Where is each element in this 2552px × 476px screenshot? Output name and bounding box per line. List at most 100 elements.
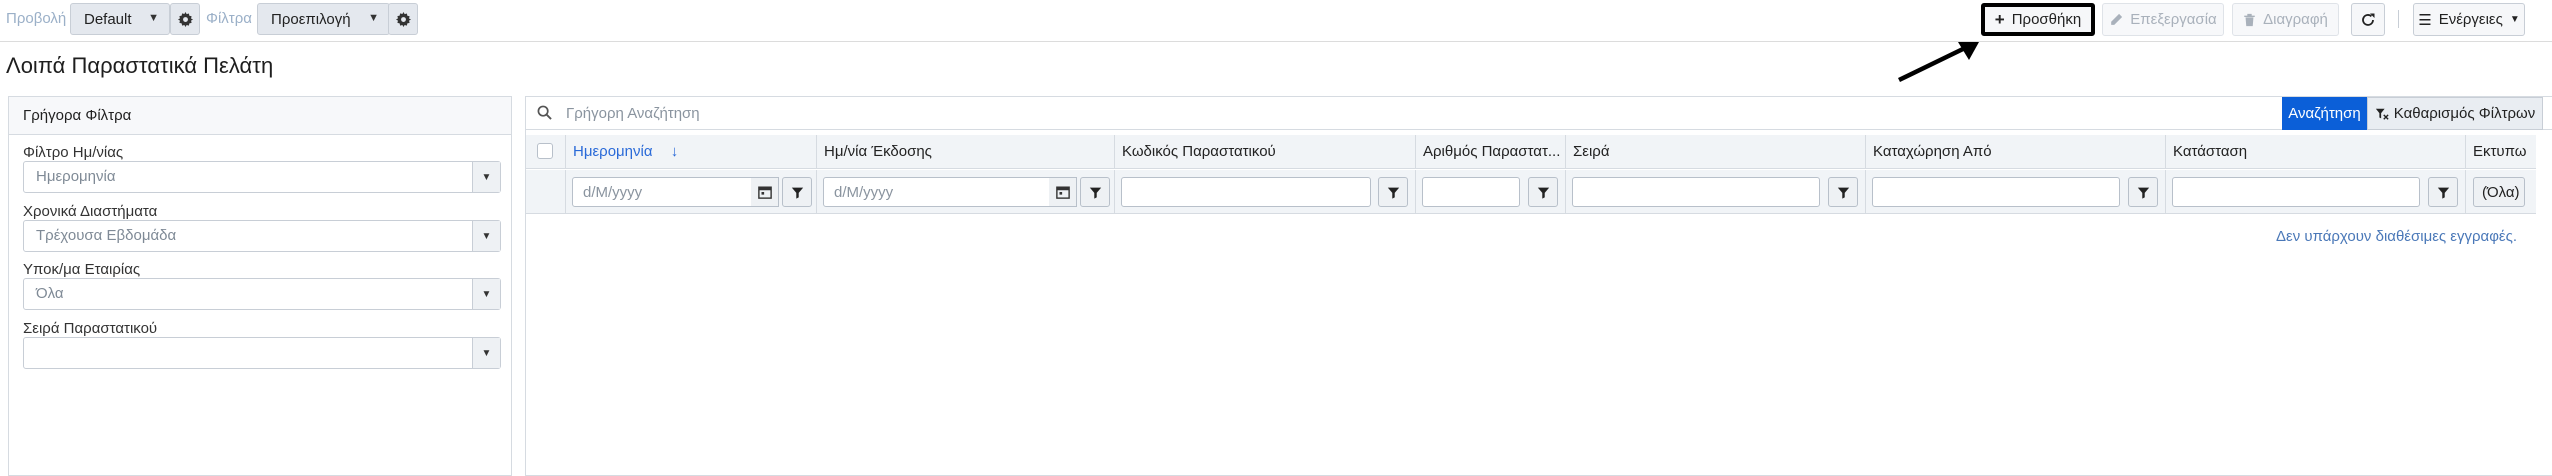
filter-clear-icon <box>2375 108 2389 120</box>
pencil-icon <box>2111 13 2123 25</box>
date-filter-value: Ημερομηνία <box>36 168 116 185</box>
filter-cell-registered-by <box>1866 170 2166 214</box>
gear-icon <box>395 11 411 27</box>
quick-search-input[interactable] <box>564 98 1804 128</box>
dropdown-arrow-icon: ▼ <box>472 338 500 368</box>
column-header-date-label: Ημερομηνία <box>573 143 653 160</box>
view-label: Προβολή <box>6 10 67 27</box>
grid-filter-row: d/M/yyyy d/M/yyyy (Όλα) <box>526 170 2536 214</box>
actions-menu-button[interactable]: ☰ Ενέργειες ▼ <box>2413 3 2525 36</box>
filter-select-value: Προεπιλογή <box>271 10 351 28</box>
calendar-button[interactable] <box>1049 177 1077 207</box>
select-all-checkbox[interactable] <box>537 143 553 159</box>
toolbar-separator <box>2398 10 2399 28</box>
filter-icon <box>2437 187 2449 199</box>
document-code-filter-button[interactable] <box>1378 177 1408 207</box>
document-series-label: Σειρά Παραστατικού <box>23 320 158 337</box>
document-number-filter-input[interactable] <box>1422 177 1520 207</box>
series-filter-input[interactable] <box>1572 177 1820 207</box>
filter-cell-series <box>1566 170 1866 214</box>
grid-header-row: Ημερομηνία ↓ Ημ/νία Έκδοσης Κωδικός Παρα… <box>526 135 2536 169</box>
filter-cell-document-code <box>1115 170 1416 214</box>
filter-cell-printed: (Όλα) <box>2466 170 2536 214</box>
filter-cell-status <box>2166 170 2466 214</box>
add-button-label: Προσθήκη <box>2011 11 2082 28</box>
issue-date-filter-input[interactable]: d/M/yyyy <box>823 177 1055 207</box>
filter-icon <box>1089 187 1101 199</box>
calendar-icon <box>1055 186 1070 199</box>
company-branch-select[interactable]: Όλα ▼ <box>23 278 501 310</box>
filter-icon <box>1387 187 1399 199</box>
filter-label: Φίλτρα <box>206 10 252 27</box>
filter-cell-date: d/M/yyyy <box>566 170 817 214</box>
column-header-issue-date[interactable]: Ημ/νία Έκδοσης <box>817 135 1115 169</box>
column-header-series[interactable]: Σειρά <box>1566 135 1866 169</box>
column-header-document-number[interactable]: Αριθμός Παραστατ... <box>1416 135 1566 169</box>
view-select[interactable]: Default ▼ <box>70 3 170 35</box>
dropdown-arrow-icon: ▼ <box>472 279 500 309</box>
registered-by-filter-input[interactable] <box>1872 177 2120 207</box>
issue-date-filter-button[interactable] <box>1080 177 1110 207</box>
quick-filters-panel: Γρήγορα Φίλτρα Φίλτρο Ημ/νίας Ημερομηνία… <box>8 96 512 476</box>
delete-button-label: Διαγραφή <box>2263 11 2328 28</box>
edit-button-label: Επεξεργασία <box>2130 11 2217 28</box>
calendar-icon <box>757 186 772 199</box>
add-button[interactable]: + Προσθήκη <box>1981 3 2095 36</box>
date-filter-button[interactable] <box>782 177 812 207</box>
filter-icon <box>1837 187 1849 199</box>
no-records-message: Δεν υπάρχουν διαθέσιμες εγγραφές. <box>2276 228 2518 245</box>
clear-filters-label: Καθαρισμός Φίλτρων <box>2393 105 2536 122</box>
filter-settings-button[interactable] <box>388 3 418 35</box>
filter-cell-issue-date: d/M/yyyy <box>817 170 1115 214</box>
filter-cell-document-number <box>1416 170 1566 214</box>
search-icon <box>537 105 552 120</box>
menu-icon: ☰ <box>2418 11 2432 29</box>
select-all-header <box>526 135 566 169</box>
column-header-status[interactable]: Κατάσταση <box>2166 135 2466 169</box>
search-button[interactable]: Αναζήτηση <box>2282 97 2367 130</box>
caret-down-icon: ▼ <box>368 12 379 24</box>
refresh-button[interactable] <box>2351 3 2385 36</box>
date-filter-select[interactable]: Ημερομηνία ▼ <box>23 161 501 193</box>
date-filter-input[interactable]: d/M/yyyy <box>572 177 757 207</box>
filter-icon <box>2137 187 2149 199</box>
top-toolbar: Προβολή Default ▼ Φίλτρα Προεπιλογή ▼ + … <box>0 0 2552 42</box>
column-header-printed[interactable]: Εκτυπω <box>2466 135 2536 169</box>
time-periods-value: Τρέχουσα Εβδομάδα <box>36 227 177 244</box>
dropdown-arrow-icon: ▼ <box>472 221 500 251</box>
column-header-document-code[interactable]: Κωδικός Παραστατικού <box>1115 135 1416 169</box>
registered-by-filter-button[interactable] <box>2128 177 2158 207</box>
filter-cell-select <box>526 170 566 214</box>
edit-button[interactable]: Επεξεργασία <box>2102 3 2224 36</box>
trash-icon <box>2244 13 2255 26</box>
dropdown-arrow-icon: ▼ <box>472 162 500 192</box>
document-code-filter-input[interactable] <box>1121 177 1371 207</box>
document-number-filter-button[interactable] <box>1528 177 1558 207</box>
gear-icon <box>177 11 193 27</box>
filter-select[interactable]: Προεπιλογή ▼ <box>257 3 390 35</box>
calendar-button[interactable] <box>751 177 779 207</box>
time-periods-select[interactable]: Τρέχουσα Εβδομάδα ▼ <box>23 220 501 252</box>
clear-filters-button[interactable]: Καθαρισμός Φίλτρων <box>2367 97 2543 130</box>
document-series-select[interactable]: ▼ <box>23 337 501 369</box>
series-filter-button[interactable] <box>1828 177 1858 207</box>
status-filter-input[interactable] <box>2172 177 2420 207</box>
plus-icon: + <box>1994 9 2005 29</box>
company-branch-label: Υποκ/μα Εταιρίας <box>23 261 141 278</box>
filter-icon <box>1537 187 1549 199</box>
view-select-value: Default <box>84 10 132 28</box>
actions-menu-label: Ενέργειες <box>2438 11 2503 28</box>
printed-filter-select[interactable]: (Όλα) <box>2473 177 2525 207</box>
column-header-date[interactable]: Ημερομηνία ↓ <box>566 135 817 169</box>
delete-button[interactable]: Διαγραφή <box>2232 3 2339 36</box>
quick-filters-title: Γρήγορα Φίλτρα <box>9 97 511 135</box>
status-filter-button[interactable] <box>2428 177 2458 207</box>
caret-down-icon: ▼ <box>2509 14 2520 25</box>
caret-down-icon: ▼ <box>148 12 159 24</box>
view-settings-button[interactable] <box>170 3 200 35</box>
documents-grid-panel: Αναζήτηση Καθαρισμός Φίλτρων Ημερομηνία … <box>525 96 2552 476</box>
annotation-arrow-icon <box>1898 42 1979 83</box>
column-header-registered-by[interactable]: Καταχώρηση Από <box>1866 135 2166 169</box>
filter-icon <box>791 187 803 199</box>
page-title: Λοιπά Παραστατικά Πελάτη <box>6 53 274 78</box>
